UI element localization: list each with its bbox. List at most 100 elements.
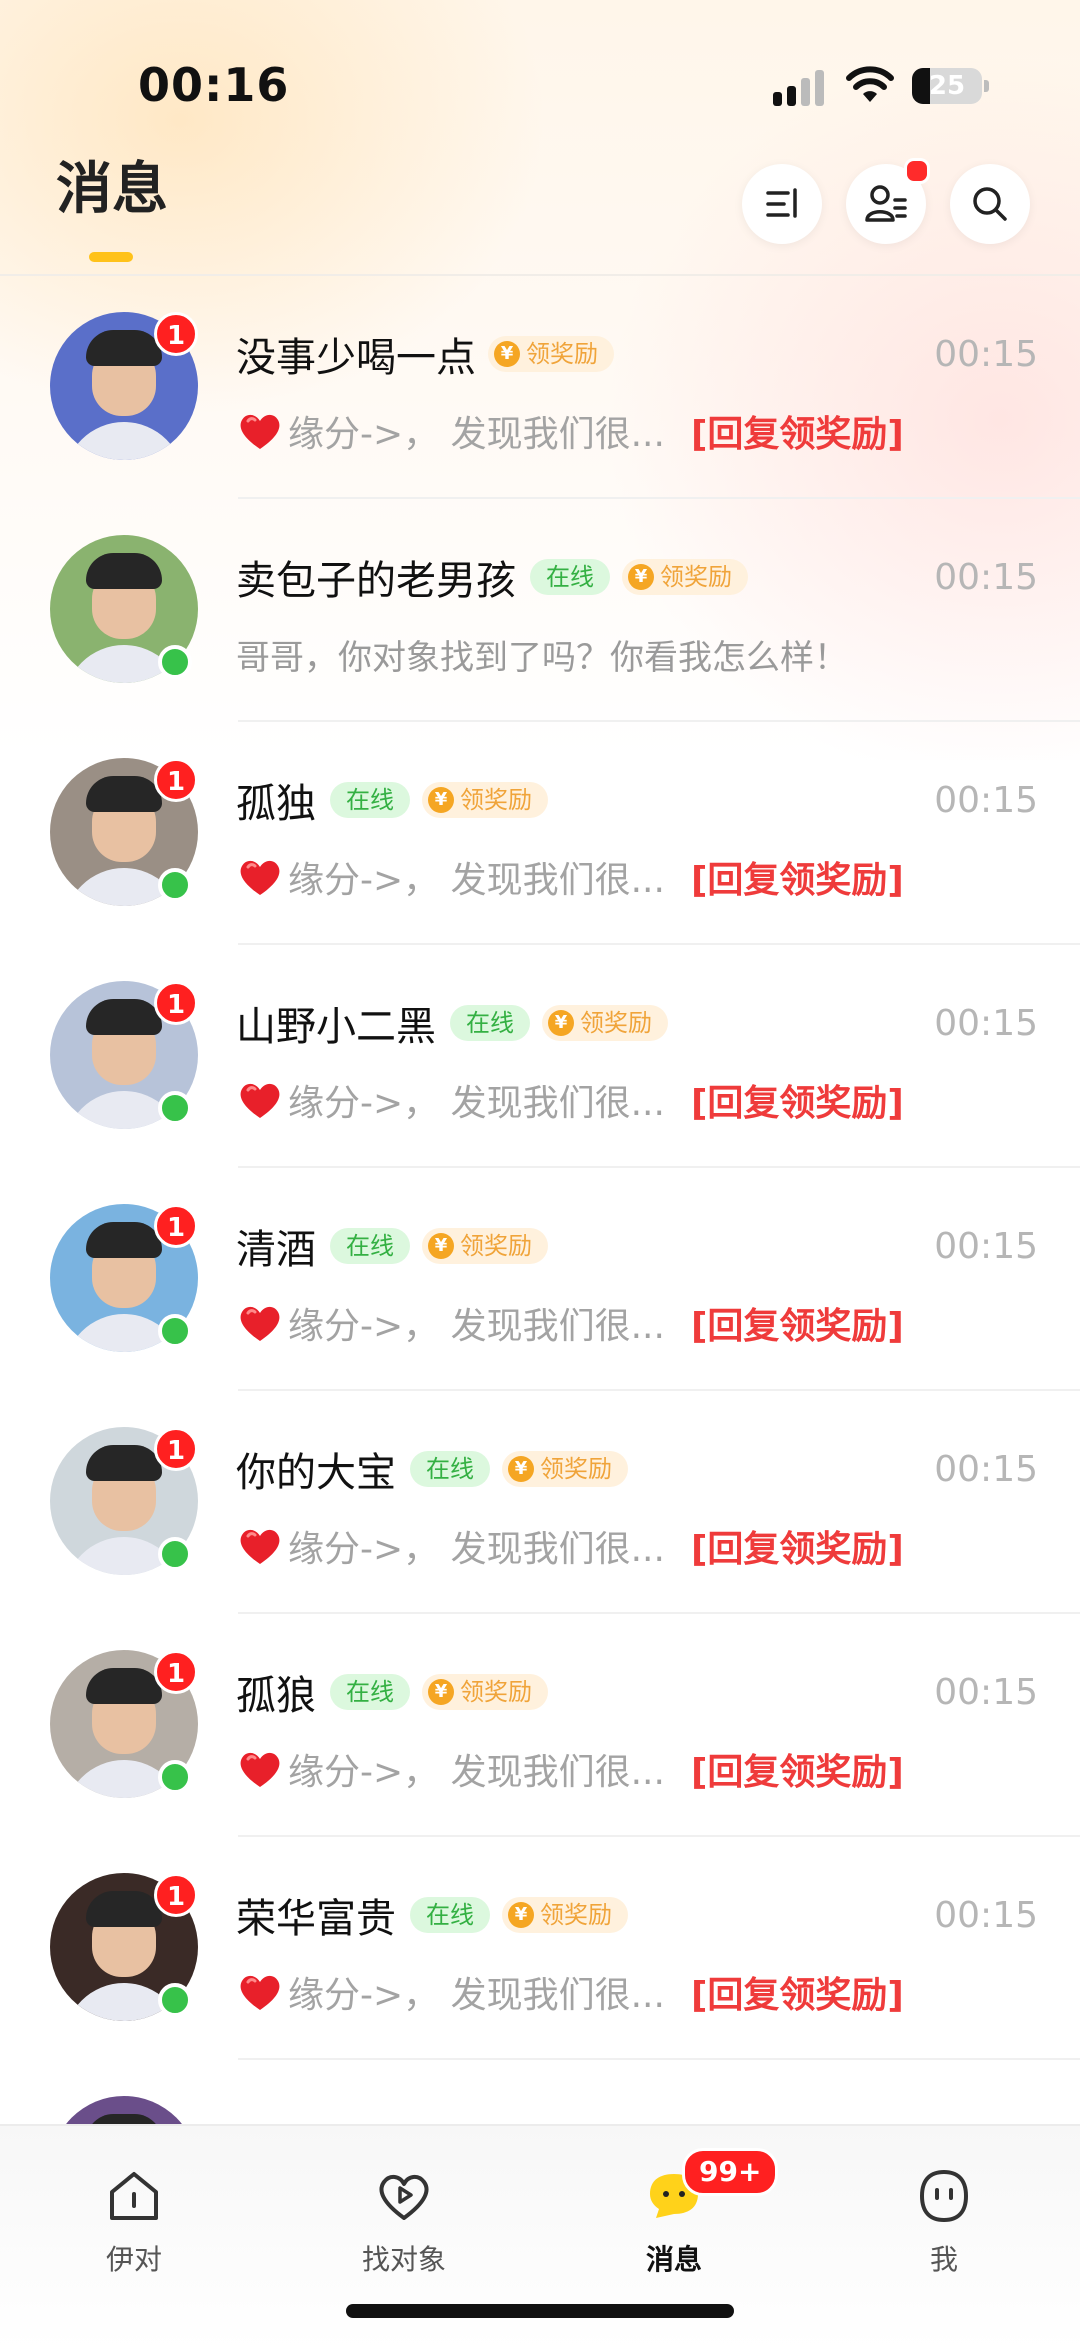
name-line: 孤独 在线 ¥ 领奖励 [236,772,548,828]
reward-tag[interactable]: ¥ 领奖励 [622,559,748,595]
avatar-hair [86,1668,162,1704]
conversation-row[interactable]: 1 荣华富贵 在线 ¥ 领奖励 00:15 缘分->， 发现我们很... [回复领奖励] [0,1837,1080,2060]
unread-count-badge: 1 [154,1873,198,1917]
message-preview: 哥哥，你对象找到了吗？你看我怎么样！ [236,629,1036,679]
name-line: 孤狼 在线 ¥ 领奖励 [236,1664,548,1720]
message-time: 00:15 [934,334,1038,375]
profile-face-icon [919,2169,969,2223]
reward-tag[interactable]: ¥ 领奖励 [422,782,548,818]
contact-name: 没事少喝一点 [236,335,476,381]
online-status-dot [158,645,192,679]
reply-reward-link[interactable]: [回复领奖励] [691,851,904,903]
conversation-row[interactable]: 卖包子的老男孩 在线 ¥ 领奖励 00:15 哥哥，你对象找到了吗？你看我怎么样！ [0,499,1080,722]
unread-count-badge: 1 [154,1204,198,1248]
avatar-hair [86,553,162,589]
coin-icon: ¥ [428,1679,454,1705]
conversation-row[interactable]: 1 孤独 在线 ¥ 领奖励 00:15 缘分->， 发现我们很... [回复领奖励] [0,722,1080,945]
coin-icon: ¥ [494,341,520,367]
tab-find-partner-label: 找对象 [361,2243,446,2276]
unread-count-badge: 1 [154,981,198,1025]
reward-tag-label: 领奖励 [526,340,598,368]
avatar-hair [86,330,162,366]
avatar[interactable] [50,2096,198,2126]
name-line: 没事少喝一点 ¥ 领奖励 [236,326,614,382]
unread-count-badge: 1 [154,1427,198,1471]
message-time: 00:15 [934,780,1038,821]
battery-icon: 25 [912,68,982,104]
message-preview: 缘分->， 发现我们很... [回复领奖励] [236,1521,1036,1571]
contacts-button[interactable] [846,158,930,244]
unread-count-badge: 1 [154,312,198,356]
online-tag: 在线 [330,1228,410,1264]
message-text: 缘分->， 发现我们很... [288,1529,665,1570]
tab-home[interactable]: 伊对 [44,2148,224,2278]
online-tag: 在线 [330,1674,410,1710]
message-time: 00:15 [934,1226,1038,1267]
conversation-row[interactable]: 1 你的大宝 在线 ¥ 领奖励 00:15 缘分->， 发现我们很... [回复领奖励] [0,1391,1080,1614]
reply-reward-link[interactable]: [回复领奖励] [691,1743,904,1795]
conversation-row[interactable]: 1 没事少喝一点 ¥ 领奖励 00:15 缘分->， 发现我们很... [回复领奖励] [0,276,1080,499]
reply-reward-link[interactable]: [回复领奖励] [691,1074,904,1126]
coin-icon: ¥ [548,1010,574,1036]
coin-icon: ¥ [428,1233,454,1259]
conversation-row[interactable]: 1 清酒 在线 ¥ 领奖励 00:15 缘分->， 发现我们很... [回复领奖励] [0,1168,1080,1391]
heart-emoji-icon [240,1083,280,1118]
reward-tag-label: 领奖励 [460,786,532,814]
reward-tag-label: 领奖励 [540,1455,612,1483]
message-preview: 缘分->， 发现我们很... [回复领奖励] [236,1298,1036,1348]
contact-name: 清酒 [236,1227,316,1273]
conversation-row[interactable] [0,2060,1080,2126]
reply-reward-link[interactable]: [回复领奖励] [691,1520,904,1572]
conversation-row[interactable]: 1 山野小二黑 在线 ¥ 领奖励 00:15 缘分->， 发现我们很... [回复领奖励] [0,945,1080,1168]
battery-cap [984,80,989,92]
reply-reward-link[interactable]: [回复领奖励] [691,405,904,457]
contact-name: 山野小二黑 [236,1004,436,1050]
tab-messages-label: 消息 [645,2243,702,2276]
search-button[interactable] [950,164,1030,244]
message-preview: 缘分->， 发现我们很... [回复领奖励] [236,1967,1036,2017]
message-text: 缘分->， 发现我们很... [288,1752,665,1793]
message-text: 缘分->， 发现我们很... [288,414,665,455]
conversation-row[interactable]: 1 孤狼 在线 ¥ 领奖励 00:15 缘分->， 发现我们很... [回复领奖励] [0,1614,1080,1837]
online-tag: 在线 [410,1451,490,1487]
avatar-shirt [64,422,184,460]
avatar-hair [86,776,162,812]
tab-find-partner[interactable]: 找对象 [314,2148,494,2278]
reward-tag[interactable]: ¥ 领奖励 [488,336,614,372]
tab-me[interactable]: 我 [854,2148,1034,2278]
online-status-dot [158,1760,192,1794]
heart-play-icon [379,2175,429,2220]
reward-tag[interactable]: ¥ 领奖励 [502,1897,628,1933]
reward-tag-label: 领奖励 [580,1009,652,1037]
message-text: 哥哥，你对象找到了吗？你看我怎么样！ [236,637,848,678]
page-title: 消息 [56,157,168,222]
sort-list-icon [766,188,797,218]
contacts-icon [865,185,907,222]
home-icon [110,2172,158,2220]
reply-reward-link[interactable]: [回复领奖励] [691,1297,904,1349]
message-time: 00:15 [934,1449,1038,1490]
heart-emoji-icon [240,414,280,449]
cellular-signal-icon [773,70,829,106]
message-text: 缘分->， 发现我们很... [288,1083,665,1124]
reply-reward-link[interactable]: [回复领奖励] [691,1966,904,2018]
message-time: 00:15 [934,1672,1038,1713]
reward-tag[interactable]: ¥ 领奖励 [422,1674,548,1710]
notification-dot [904,158,930,184]
sort-button[interactable] [742,164,822,244]
online-tag: 在线 [450,1005,530,1041]
reward-tag[interactable]: ¥ 领奖励 [542,1005,668,1041]
messages-unread-badge: 99+ [682,2148,779,2196]
online-tag: 在线 [410,1897,490,1933]
reward-tag[interactable]: ¥ 领奖励 [502,1451,628,1487]
tab-messages[interactable]: 99+ 消息 [584,2148,779,2278]
status-time: 00:16 [138,58,290,112]
message-time: 00:15 [934,1003,1038,1044]
message-time: 00:15 [934,557,1038,598]
message-text: 缘分->， 发现我们很... [288,1306,665,1347]
contact-name: 你的大宝 [236,1450,396,1496]
reward-tag[interactable]: ¥ 领奖励 [422,1228,548,1264]
battery-level: 25 [928,71,966,101]
heart-emoji-icon [240,1752,280,1787]
online-status-dot [158,1091,192,1125]
